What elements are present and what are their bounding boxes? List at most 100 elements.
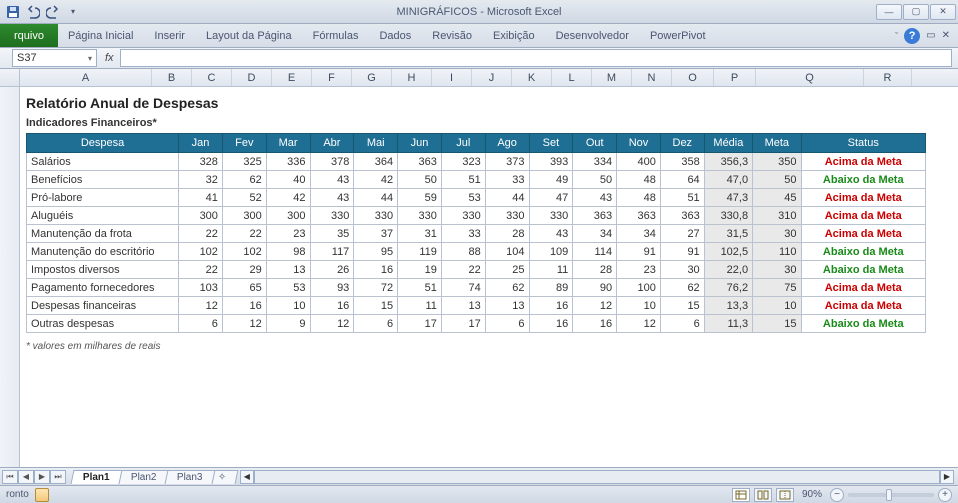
column-header-K[interactable]: K: [512, 69, 552, 86]
ribbon-tab-exibição[interactable]: Exibição: [483, 24, 546, 47]
horizontal-scrollbar[interactable]: ◀ ▶: [240, 470, 954, 484]
cell-value[interactable]: 330: [529, 207, 573, 225]
column-header-L[interactable]: L: [552, 69, 592, 86]
cell-name[interactable]: Aluguéis: [27, 207, 179, 225]
cell-value[interactable]: 363: [660, 207, 704, 225]
redo-icon[interactable]: [44, 3, 62, 21]
cell-media[interactable]: 76,2: [704, 279, 752, 297]
cell-value[interactable]: 10: [617, 297, 661, 315]
table-row[interactable]: Manutenção do escritório1021029811795119…: [27, 243, 926, 261]
column-header-Q[interactable]: Q: [756, 69, 864, 86]
formula-input[interactable]: [120, 49, 952, 67]
column-header-O[interactable]: O: [672, 69, 714, 86]
cell-meta[interactable]: 350: [753, 153, 801, 171]
cell-value[interactable]: 325: [222, 153, 266, 171]
cell-value[interactable]: 62: [660, 279, 704, 297]
minimize-button[interactable]: —: [876, 4, 902, 20]
sheet-nav-prev[interactable]: ◀: [18, 470, 34, 484]
ribbon-tab-fórmulas[interactable]: Fórmulas: [303, 24, 370, 47]
table-row[interactable]: Salários32832533637836436332337339333440…: [27, 153, 926, 171]
cell-value[interactable]: 52: [222, 189, 266, 207]
cell-value[interactable]: 102: [179, 243, 223, 261]
cell-value[interactable]: 22: [222, 225, 266, 243]
cell-value[interactable]: 88: [441, 243, 485, 261]
header-status[interactable]: Status: [801, 134, 926, 153]
column-header-D[interactable]: D: [232, 69, 272, 86]
cell-value[interactable]: 336: [266, 153, 310, 171]
header-abr[interactable]: Abr: [310, 134, 354, 153]
ribbon-tab-layout-da-página[interactable]: Layout da Página: [196, 24, 303, 47]
cell-value[interactable]: 100: [617, 279, 661, 297]
cell-value[interactable]: 17: [398, 315, 442, 333]
ribbon-tab-powerpivot[interactable]: PowerPivot: [640, 24, 717, 47]
save-icon[interactable]: [4, 3, 22, 21]
zoom-in-button[interactable]: +: [938, 488, 952, 502]
cell-value[interactable]: 23: [266, 225, 310, 243]
column-header-I[interactable]: I: [432, 69, 472, 86]
cell-value[interactable]: 13: [441, 297, 485, 315]
cell-status[interactable]: Acima da Meta: [801, 189, 926, 207]
cell-value[interactable]: 35: [310, 225, 354, 243]
cell-value[interactable]: 330: [354, 207, 398, 225]
hscroll-right[interactable]: ▶: [940, 470, 954, 484]
cell-value[interactable]: 50: [398, 171, 442, 189]
table-row[interactable]: Pró-labore41524243445953444743485147,345…: [27, 189, 926, 207]
cell-status[interactable]: Acima da Meta: [801, 153, 926, 171]
cell-media[interactable]: 11,3: [704, 315, 752, 333]
cell-value[interactable]: 9: [266, 315, 310, 333]
cell-value[interactable]: 32: [179, 171, 223, 189]
ribbon-tab-revisão[interactable]: Revisão: [422, 24, 483, 47]
cell-value[interactable]: 363: [573, 207, 617, 225]
header-dez[interactable]: Dez: [660, 134, 704, 153]
cell-meta[interactable]: 110: [753, 243, 801, 261]
cell-value[interactable]: 50: [573, 171, 617, 189]
cell-value[interactable]: 114: [573, 243, 617, 261]
sheet-tab-plan1[interactable]: Plan1: [71, 470, 123, 484]
zoom-thumb[interactable]: [886, 489, 892, 501]
table-row[interactable]: Outras despesas612912617176161612611,315…: [27, 315, 926, 333]
worksheet-grid[interactable]: Relatório Anual de Despesas Indicadores …: [0, 87, 958, 471]
cell-value[interactable]: 104: [485, 243, 529, 261]
cell-value[interactable]: 393: [529, 153, 573, 171]
cell-value[interactable]: 72: [354, 279, 398, 297]
cell-value[interactable]: 65: [222, 279, 266, 297]
header-fev[interactable]: Fev: [222, 134, 266, 153]
cell-value[interactable]: 29: [222, 261, 266, 279]
cell-value[interactable]: 91: [660, 243, 704, 261]
cell-value[interactable]: 16: [354, 261, 398, 279]
header-ago[interactable]: Ago: [485, 134, 529, 153]
cell-value[interactable]: 16: [529, 315, 573, 333]
table-row[interactable]: Manutenção da frota222223353731332843343…: [27, 225, 926, 243]
header-meta[interactable]: Meta: [753, 134, 801, 153]
cell-value[interactable]: 16: [529, 297, 573, 315]
header-jul[interactable]: Jul: [441, 134, 485, 153]
select-all-cell[interactable]: [0, 69, 20, 86]
cell-value[interactable]: 378: [310, 153, 354, 171]
cell-value[interactable]: 12: [179, 297, 223, 315]
table-row[interactable]: Despesas financeiras12161016151113131612…: [27, 297, 926, 315]
cell-media[interactable]: 356,3: [704, 153, 752, 171]
cell-value[interactable]: 12: [573, 297, 617, 315]
cell-meta[interactable]: 310: [753, 207, 801, 225]
cell-value[interactable]: 22: [179, 261, 223, 279]
cell-media[interactable]: 22,0: [704, 261, 752, 279]
cell-value[interactable]: 30: [660, 261, 704, 279]
ribbon-tab-dados[interactable]: Dados: [369, 24, 422, 47]
sheet-nav-first[interactable]: ⏮: [2, 470, 18, 484]
cell-value[interactable]: 330: [398, 207, 442, 225]
row-headers[interactable]: [0, 87, 20, 471]
cell-value[interactable]: 15: [354, 297, 398, 315]
cell-value[interactable]: 16: [573, 315, 617, 333]
cell-value[interactable]: 103: [179, 279, 223, 297]
cell-status[interactable]: Acima da Meta: [801, 225, 926, 243]
header-mai[interactable]: Mai: [354, 134, 398, 153]
column-header-G[interactable]: G: [352, 69, 392, 86]
hscroll-track[interactable]: [254, 470, 940, 484]
zoom-slider[interactable]: [848, 493, 934, 497]
sheet-tab-plan3[interactable]: Plan3: [165, 470, 216, 484]
cell-value[interactable]: 400: [617, 153, 661, 171]
view-page-layout-button[interactable]: [754, 488, 772, 502]
close-button[interactable]: ✕: [930, 4, 956, 20]
cell-value[interactable]: 53: [266, 279, 310, 297]
cell-value[interactable]: 11: [529, 261, 573, 279]
